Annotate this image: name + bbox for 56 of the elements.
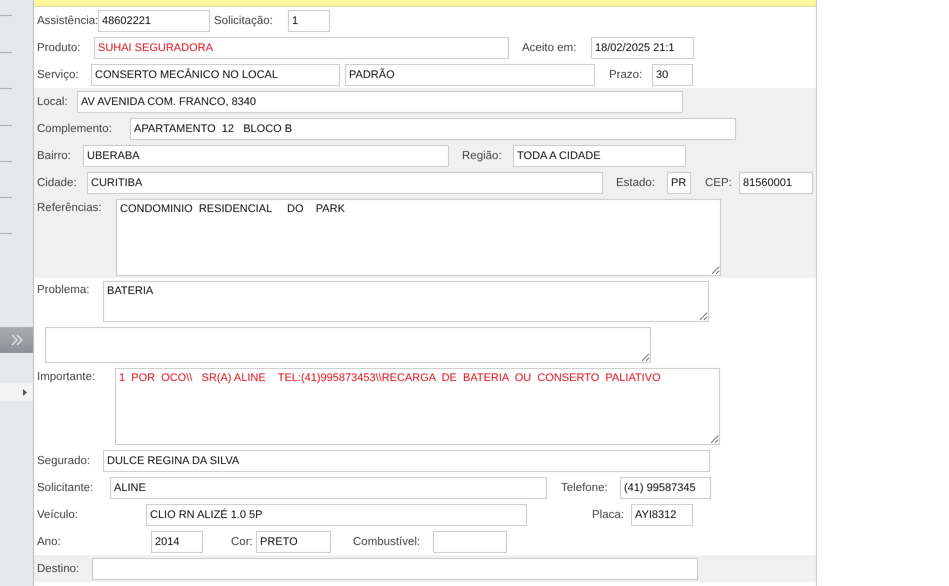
- input-field[interactable]: PRETO: [256, 531, 331, 553]
- text-area[interactable]: CONDOMINIO RESIDENCIAL DO PARK: [116, 199, 721, 276]
- field-label: Prazo:: [609, 68, 644, 83]
- field-label: Ano:: [37, 535, 62, 550]
- input-field[interactable]: [92, 558, 698, 580]
- field-label: Cor:: [231, 535, 254, 550]
- field-label: Complemento:: [37, 122, 113, 137]
- input-field[interactable]: 81560001: [739, 172, 813, 194]
- input-field[interactable]: CLIO RN ALIZÉ 1.0 5P: [146, 504, 527, 526]
- input-field[interactable]: AYI8312: [631, 504, 693, 526]
- field-label: Placa:: [592, 508, 625, 523]
- field-label: Bairro:: [37, 149, 72, 164]
- field-label: Solicitante:: [37, 481, 94, 496]
- field-label: Cidade:: [37, 176, 78, 191]
- field-label: Importante:: [37, 370, 96, 385]
- double-chevron-icon: [10, 334, 24, 346]
- field-label: Produto:: [37, 41, 82, 56]
- input-field[interactable]: CONSERTO MECÂNICO NO LOCAL: [91, 64, 340, 86]
- input-field[interactable]: 2014: [151, 531, 203, 553]
- input-field[interactable]: 1: [288, 10, 330, 32]
- field-label: Telefone:: [561, 481, 609, 496]
- input-field[interactable]: 48602221: [98, 10, 210, 32]
- input-field[interactable]: 18/02/2025 21:1: [591, 37, 694, 59]
- text-area[interactable]: 1 POR OCO\\ SR(A) ALINE TEL:(41)995873453\\RECARGA DE BATERIA OU CONSERTO PALIATIVO: [115, 368, 720, 445]
- text-area[interactable]: [45, 327, 651, 363]
- text-area[interactable]: BATERIA: [103, 281, 709, 322]
- field-label: Referências:: [37, 201, 103, 216]
- input-field[interactable]: AV AVENIDA COM. FRANCO, 8340: [77, 91, 683, 113]
- field-label: Problema:: [37, 283, 90, 298]
- field-label: Combustível:: [353, 535, 422, 550]
- input-field[interactable]: (41) 99587345: [620, 477, 711, 499]
- input-field[interactable]: CURITIBA: [87, 172, 603, 194]
- field-label: Veículo:: [37, 508, 79, 523]
- input-field[interactable]: SUHAI SEGURADORA: [94, 37, 509, 59]
- triangle-right-icon: [23, 388, 27, 396]
- input-field[interactable]: PR: [667, 172, 691, 194]
- field-label: Serviço:: [37, 68, 80, 83]
- field-label: Aceito em:: [522, 41, 578, 56]
- field-label: Solicitação:: [214, 14, 274, 29]
- input-field[interactable]: ALINE: [110, 477, 547, 499]
- expand-button[interactable]: [0, 327, 33, 353]
- field-label: Local:: [37, 95, 69, 110]
- input-field[interactable]: UBERABA: [83, 145, 449, 167]
- input-field[interactable]: PADRÃO: [345, 64, 595, 86]
- input-field[interactable]: 30: [652, 64, 693, 86]
- input-field[interactable]: APARTAMENTO 12 BLOCO B: [130, 118, 736, 140]
- field-label: Assistência:: [37, 14, 98, 29]
- field-label: CEP:: [705, 176, 733, 191]
- input-field[interactable]: DULCE REGINA DA SILVA: [103, 450, 710, 472]
- sidebar-item[interactable]: [0, 383, 33, 401]
- field-label: Destino:: [37, 562, 80, 577]
- field-label: Segurado:: [37, 454, 92, 469]
- input-field[interactable]: [433, 531, 507, 553]
- field-label: Estado:: [616, 176, 656, 191]
- field-label: Região:: [462, 149, 503, 164]
- input-field[interactable]: TODA A CIDADE: [513, 145, 686, 167]
